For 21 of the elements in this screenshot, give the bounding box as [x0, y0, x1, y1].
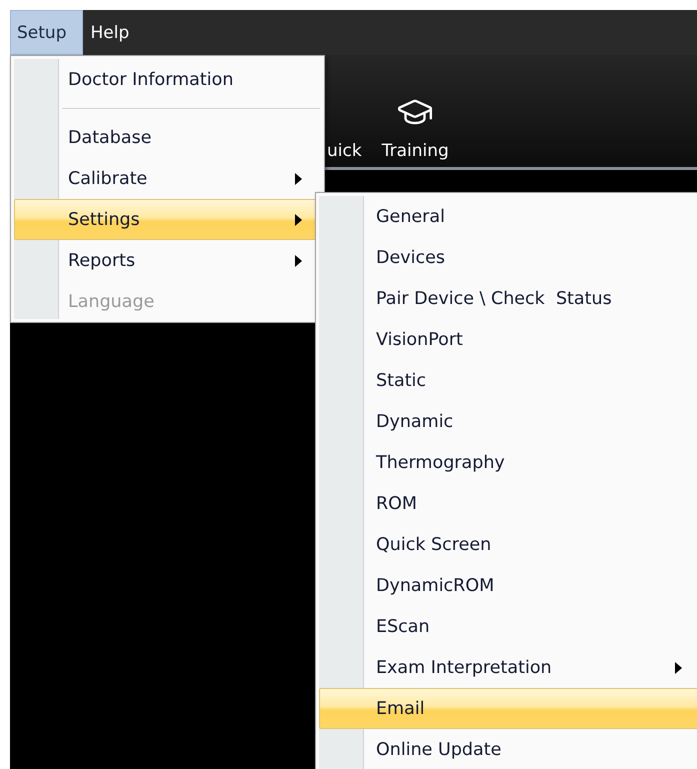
menu-item[interactable]: EScan	[319, 606, 697, 647]
menu-item[interactable]: Devices	[319, 237, 697, 278]
menu-item[interactable]: Exam Interpretation	[319, 647, 697, 688]
menu-title[interactable]: Setup	[10, 10, 84, 55]
menu-item[interactable]: Dynamic	[319, 401, 697, 442]
toolbar-button[interactable]: Training	[382, 93, 449, 161]
menu-item[interactable]: Calibrate	[14, 158, 321, 199]
toolbar-button[interactable]: uick	[327, 141, 362, 161]
menu-item[interactable]: Doctor Information	[14, 59, 321, 100]
menu-item[interactable]: General	[319, 196, 697, 237]
menu-item[interactable]: Quick Screen	[319, 524, 697, 565]
menu-item[interactable]: VisionPort	[319, 319, 697, 360]
menu-item[interactable]: Email	[319, 688, 697, 729]
menu-item[interactable]: DynamicROM	[319, 565, 697, 606]
menu-title[interactable]: Help	[83, 10, 146, 55]
menu-item[interactable]: Database	[14, 117, 321, 158]
menu-item[interactable]: Pair Device \ Check Status	[319, 278, 697, 319]
menu-item[interactable]: Thermography	[319, 442, 697, 483]
menu-item[interactable]: Online Update	[319, 729, 697, 769]
menu-item[interactable]: Static	[319, 360, 697, 401]
menu-item[interactable]: ROM	[319, 483, 697, 524]
